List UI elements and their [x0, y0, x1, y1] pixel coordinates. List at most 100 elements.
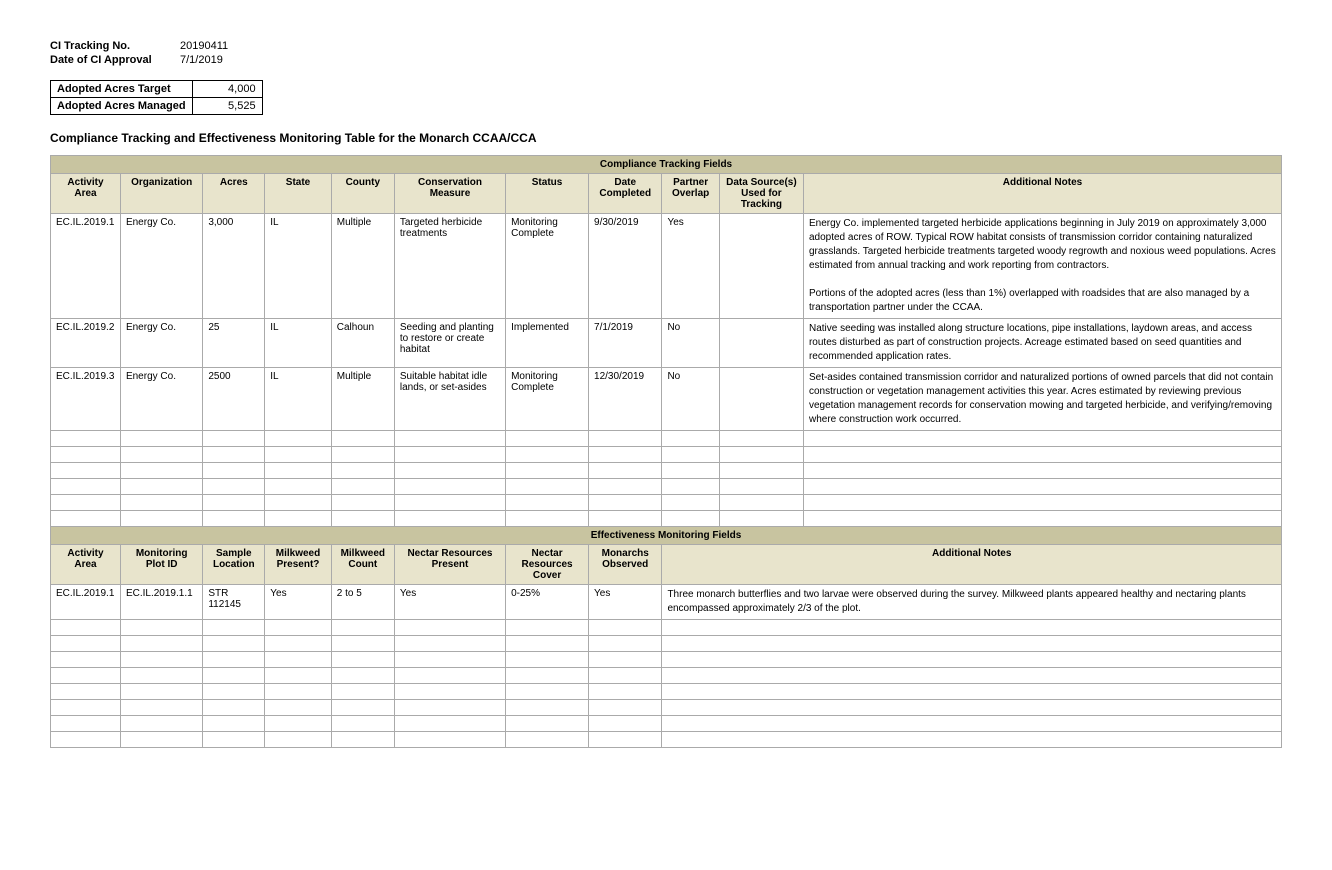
compliance-row-2: EC.IL.2019.2 Energy Co. 25 IL Calhoun Se… — [51, 319, 1282, 368]
meta-section: CI Tracking No. 20190411 Date of CI Appr… — [50, 40, 1282, 66]
e1-milkweed-present: Yes — [265, 585, 331, 620]
c1-activity-area: EC.IL.2019.1 — [51, 214, 121, 319]
e1-activity-area: EC.IL.2019.1 — [51, 585, 121, 620]
c3-status: Monitoring Complete — [506, 368, 589, 431]
tracking-label: CI Tracking No. — [50, 40, 180, 52]
c3-organization: Energy Co. — [120, 368, 202, 431]
c1-county: Multiple — [331, 214, 394, 319]
col-organization: Organization — [120, 174, 202, 214]
ecol-additional-notes: Additional Notes — [662, 545, 1282, 585]
acres-managed-value: 5,525 — [192, 98, 262, 115]
c1-acres: 3,000 — [203, 214, 265, 319]
c3-additional-notes: Set-asides contained transmission corrid… — [803, 368, 1281, 431]
ecol-monitoring-plot-id: Monitoring Plot ID — [120, 545, 202, 585]
compliance-row-1: EC.IL.2019.1 Energy Co. 3,000 IL Multipl… — [51, 214, 1282, 319]
acres-target-row: Adopted Acres Target 4,000 — [51, 81, 263, 98]
c2-additional-notes: Native seeding was installed along struc… — [803, 319, 1281, 368]
approval-value: 7/1/2019 — [180, 54, 223, 66]
acres-managed-row: Adopted Acres Managed 5,525 — [51, 98, 263, 115]
compliance-empty-3 — [51, 463, 1282, 479]
c3-partner-overlap: No — [662, 368, 719, 431]
e1-monarchs-observed: Yes — [589, 585, 662, 620]
acres-target-value: 4,000 — [192, 81, 262, 98]
col-date-completed: Date Completed — [589, 174, 662, 214]
c2-partner-overlap: No — [662, 319, 719, 368]
e1-sample-location: STR 112145 — [203, 585, 265, 620]
ecol-nectar-cover: Nectar Resources Cover — [506, 545, 589, 585]
c2-acres: 25 — [203, 319, 265, 368]
c2-date-completed: 7/1/2019 — [589, 319, 662, 368]
c2-data-source — [719, 319, 803, 368]
effectiveness-empty-8 — [51, 732, 1282, 748]
acres-target-label: Adopted Acres Target — [51, 81, 193, 98]
e1-additional-notes: Three monarch butterflies and two larvae… — [662, 585, 1282, 620]
compliance-empty-2 — [51, 447, 1282, 463]
c3-acres: 2500 — [203, 368, 265, 431]
c2-county: Calhoun — [331, 319, 394, 368]
c1-status: Monitoring Complete — [506, 214, 589, 319]
c1-organization: Energy Co. — [120, 214, 202, 319]
col-additional-notes: Additional Notes — [803, 174, 1281, 214]
approval-label: Date of CI Approval — [50, 54, 180, 66]
c1-data-source — [719, 214, 803, 319]
ecol-sample-location: Sample Location — [203, 545, 265, 585]
c3-conservation-measure: Suitable habitat idle lands, or set-asid… — [394, 368, 505, 431]
effectiveness-empty-1 — [51, 620, 1282, 636]
c1-conservation-measure: Targeted herbicide treatments — [394, 214, 505, 319]
c3-state: IL — [265, 368, 331, 431]
c3-date-completed: 12/30/2019 — [589, 368, 662, 431]
c3-data-source — [719, 368, 803, 431]
compliance-row-3: EC.IL.2019.3 Energy Co. 2500 IL Multiple… — [51, 368, 1282, 431]
e1-nectar-cover: 0-25% — [506, 585, 589, 620]
acres-managed-label: Adopted Acres Managed — [51, 98, 193, 115]
compliance-empty-5 — [51, 495, 1282, 511]
c1-additional-notes: Energy Co. implemented targeted herbicid… — [803, 214, 1281, 319]
c1-date-completed: 9/30/2019 — [589, 214, 662, 319]
ecol-activity-area: Activity Area — [51, 545, 121, 585]
col-acres: Acres — [203, 174, 265, 214]
col-partner-overlap: Partner Overlap — [662, 174, 719, 214]
effectiveness-empty-3 — [51, 652, 1282, 668]
effectiveness-group-header: Effectiveness Monitoring Fields — [51, 527, 1282, 545]
effectiveness-empty-5 — [51, 684, 1282, 700]
col-activity-area: Activity Area — [51, 174, 121, 214]
col-conservation-measure: Conservation Measure — [394, 174, 505, 214]
compliance-group-header: Compliance Tracking Fields — [51, 156, 1282, 174]
compliance-col-header-row: Activity Area Organization Acres State C… — [51, 174, 1282, 214]
ecol-nectar-present: Nectar Resources Present — [394, 545, 505, 585]
compliance-empty-1 — [51, 431, 1282, 447]
c2-activity-area: EC.IL.2019.2 — [51, 319, 121, 368]
effectiveness-col-header-row: Activity Area Monitoring Plot ID Sample … — [51, 545, 1282, 585]
section-title: Compliance Tracking and Effectiveness Mo… — [50, 131, 1282, 145]
col-data-source: Data Source(s) Used for Tracking — [719, 174, 803, 214]
tracking-value: 20190411 — [180, 40, 228, 52]
compliance-empty-4 — [51, 479, 1282, 495]
approval-row: Date of CI Approval 7/1/2019 — [50, 54, 1282, 66]
effectiveness-empty-7 — [51, 716, 1282, 732]
effectiveness-group-header-row: Effectiveness Monitoring Fields — [51, 527, 1282, 545]
ecol-milkweed-present: Milkweed Present? — [265, 545, 331, 585]
c3-activity-area: EC.IL.2019.3 — [51, 368, 121, 431]
col-county: County — [331, 174, 394, 214]
col-state: State — [265, 174, 331, 214]
effectiveness-empty-2 — [51, 636, 1282, 652]
ecol-monarchs-observed: Monarchs Observed — [589, 545, 662, 585]
effectiveness-empty-4 — [51, 668, 1282, 684]
col-status: Status — [506, 174, 589, 214]
c1-state: IL — [265, 214, 331, 319]
c2-conservation-measure: Seeding and planting to restore or creat… — [394, 319, 505, 368]
c2-organization: Energy Co. — [120, 319, 202, 368]
compliance-group-header-row: Compliance Tracking Fields — [51, 156, 1282, 174]
c1-partner-overlap: Yes — [662, 214, 719, 319]
c2-state: IL — [265, 319, 331, 368]
e1-milkweed-count: 2 to 5 — [331, 585, 394, 620]
effectiveness-empty-6 — [51, 700, 1282, 716]
c3-county: Multiple — [331, 368, 394, 431]
acres-table: Adopted Acres Target 4,000 Adopted Acres… — [50, 80, 263, 115]
ecol-milkweed-count: Milkweed Count — [331, 545, 394, 585]
effectiveness-row-1: EC.IL.2019.1 EC.IL.2019.1.1 STR 112145 Y… — [51, 585, 1282, 620]
tracking-row: CI Tracking No. 20190411 — [50, 40, 1282, 52]
compliance-empty-6 — [51, 511, 1282, 527]
c2-status: Implemented — [506, 319, 589, 368]
e1-nectar-present: Yes — [394, 585, 505, 620]
